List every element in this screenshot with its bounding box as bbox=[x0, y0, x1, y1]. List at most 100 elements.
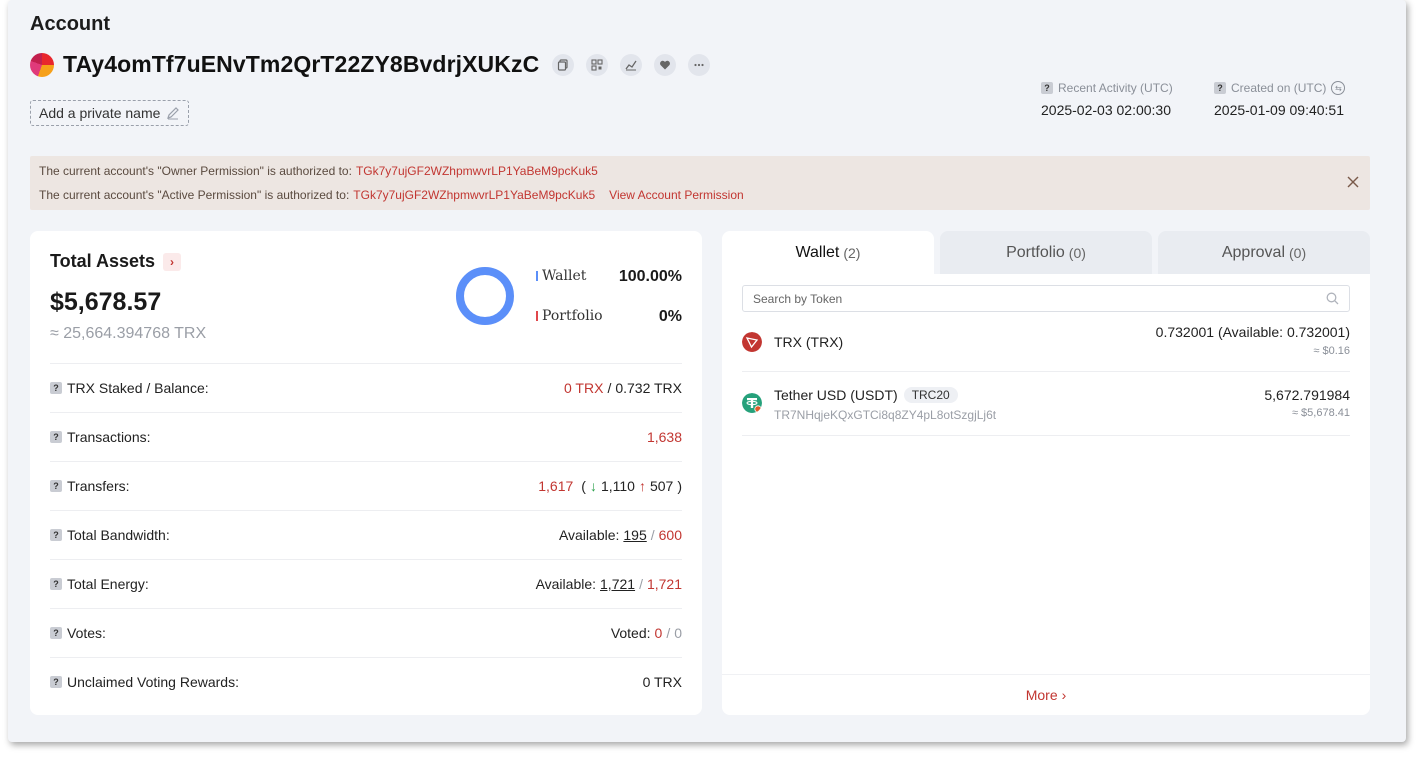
transfers-label: Transfers: bbox=[67, 478, 130, 494]
help-icon[interactable]: ? bbox=[50, 529, 62, 541]
created-on-value: 2025-01-09 09:40:51 bbox=[1214, 102, 1344, 118]
total-assets-label: Total Assets bbox=[50, 251, 156, 271]
account-page: Account TAy4omTf7uENvTm2QrT22ZY8BvdrjXUK… bbox=[8, 0, 1406, 742]
active-permission-text: The current account's "Active Permission… bbox=[39, 188, 350, 202]
token-contract[interactable]: TR7NHqjeKQxGTCi8q8ZY4pL8otSzgjLj6t bbox=[774, 408, 996, 422]
token-usd: ≈ $5,678.41 bbox=[1291, 407, 1350, 419]
legend-wallet-label: Wallet bbox=[542, 268, 587, 284]
token-search-input[interactable]: Search by Token bbox=[742, 285, 1350, 312]
transactions-label: Transactions: bbox=[67, 429, 151, 445]
active-permission-address[interactable]: TGk7y7ujGF2WZhpmwvrLP1YaBeM9pcKuk5 bbox=[353, 188, 595, 202]
token-amount: 5,672.791984 bbox=[1264, 387, 1350, 403]
token-name: Tether USD (USDT) bbox=[774, 387, 898, 403]
stat-row-rewards: ? Unclaimed Voting Rewards: 0 TRX bbox=[50, 657, 682, 706]
owner-permission-text: The current account's "Owner Permission"… bbox=[39, 164, 352, 178]
address-row: TAy4omTf7uENvTm2QrT22ZY8BvdrjXUKzC bbox=[30, 51, 711, 78]
address-actions bbox=[552, 53, 711, 76]
help-icon[interactable]: ? bbox=[50, 627, 62, 639]
chart-icon[interactable] bbox=[620, 53, 643, 76]
chevron-right-icon: › bbox=[1061, 687, 1067, 703]
votes-label: Votes: bbox=[67, 625, 106, 641]
help-icon[interactable]: ? bbox=[1214, 82, 1226, 94]
copy-icon[interactable] bbox=[552, 53, 575, 76]
more-button[interactable]: More › bbox=[722, 674, 1370, 715]
trx-icon bbox=[742, 332, 762, 352]
private-name-label: Add a private name bbox=[39, 105, 161, 121]
available-label: Available: bbox=[535, 576, 597, 592]
stat-row-votes: ? Votes: Voted: 0/0 bbox=[50, 608, 682, 657]
legend-wallet-swatch bbox=[536, 271, 538, 281]
transactions-value[interactable]: 1,638 bbox=[647, 429, 682, 445]
recent-activity-label: Recent Activity (UTC) bbox=[1058, 81, 1173, 95]
tether-icon bbox=[742, 393, 762, 413]
separator: / bbox=[607, 380, 612, 396]
token-name-row: Tether USD (USDT) TRC20 bbox=[774, 387, 958, 403]
legend-portfolio-pct: 0% bbox=[658, 308, 682, 325]
token-usd: ≈ $0.16 bbox=[1313, 345, 1350, 357]
help-icon[interactable]: ? bbox=[50, 382, 62, 394]
arrow-up-icon: ↑ bbox=[638, 478, 646, 494]
account-address: TAy4omTf7uENvTm2QrT22ZY8BvdrjXUKzC bbox=[63, 51, 540, 77]
account-stats: ? TRX Staked / Balance: 0 TRX/0.732 TRX ?… bbox=[50, 363, 682, 706]
more-label: More bbox=[1025, 687, 1058, 703]
staked-label: TRX Staked / Balance: bbox=[67, 380, 209, 396]
legend-wallet-pct: 100.00% bbox=[618, 268, 682, 285]
tab-approval[interactable]: Approval (0) bbox=[1158, 231, 1370, 274]
active-permission-line: The current account's "Active Permission… bbox=[39, 188, 744, 202]
heart-icon[interactable] bbox=[654, 53, 677, 76]
tab-portfolio[interactable]: Portfolio (0) bbox=[940, 231, 1152, 274]
tab-wallet[interactable]: Wallet (2) bbox=[722, 231, 934, 274]
help-icon[interactable]: ? bbox=[50, 480, 62, 492]
token-row-trx[interactable]: TRX (TRX) 0.732001 (Available: 0.732001)… bbox=[742, 322, 1350, 372]
tab-wallet-label: Wallet bbox=[795, 243, 840, 261]
owner-permission-line: The current account's "Owner Permission"… bbox=[39, 164, 598, 178]
voted-label: Voted: bbox=[610, 625, 651, 641]
stat-row-transfers: ? Transfers: 1,617 ( ↓ 1,110 ↑ 507 ) bbox=[50, 461, 682, 510]
asset-donut-chart bbox=[456, 267, 514, 325]
view-account-permission-link[interactable]: View Account Permission bbox=[609, 188, 744, 202]
wallet-tabs: Wallet (2) Portfolio (0) Approval (0) bbox=[722, 231, 1370, 274]
legend-portfolio-label: Portfolio bbox=[542, 308, 603, 324]
separator: / bbox=[666, 625, 671, 641]
owner-permission-address[interactable]: TGk7y7ujGF2WZhpmwvrLP1YaBeM9pcKuk5 bbox=[356, 164, 598, 178]
energy-available: 1,721 bbox=[600, 576, 636, 592]
help-icon[interactable]: ? bbox=[50, 578, 62, 590]
stat-row-energy: ? Total Energy: Available: 1,721/1,721 bbox=[50, 559, 682, 608]
qr-code-icon[interactable] bbox=[586, 53, 609, 76]
rewards-label: Unclaimed Voting Rewards: bbox=[67, 674, 239, 690]
page-title: Account bbox=[30, 13, 110, 35]
tab-portfolio-count: (0) bbox=[1068, 244, 1086, 261]
total-assets-card: Total Assets › $5,678.57 ≈ 25,664.394768… bbox=[30, 231, 702, 715]
close-icon[interactable] bbox=[1346, 175, 1360, 189]
created-on-label: Created on (UTC) bbox=[1231, 81, 1327, 95]
token-amount: 0.732001 (Available: 0.732001) bbox=[1155, 324, 1350, 340]
tab-wallet-count: (2) bbox=[843, 244, 861, 261]
token-row-usdt[interactable]: Tether USD (USDT) TRC20 TR7NHqjeKQxGTCi8… bbox=[742, 372, 1350, 436]
separator: / bbox=[639, 576, 643, 592]
transfers-total[interactable]: 1,617 bbox=[538, 478, 573, 494]
help-icon[interactable]: ? bbox=[50, 676, 62, 688]
total-assets-title: Total Assets › bbox=[50, 251, 182, 272]
wallet-card: Wallet (2) Portfolio (0) Approval (0) Searc… bbox=[722, 231, 1370, 715]
energy-total: 1,721 bbox=[646, 576, 682, 592]
recent-activity: ? Recent Activity (UTC) 2025-02-03 02:00:… bbox=[1041, 81, 1173, 118]
arrow-down-icon: ↓ bbox=[589, 478, 597, 494]
sync-icon[interactable]: ⇆ bbox=[1331, 81, 1346, 95]
stat-row-transactions: ? Transactions: 1,638 bbox=[50, 412, 682, 461]
transfers-out: 507 bbox=[649, 478, 674, 494]
pencil-icon bbox=[167, 107, 180, 120]
staked-value: 0 TRX bbox=[564, 380, 604, 396]
help-icon[interactable]: ? bbox=[50, 431, 62, 443]
legend-portfolio: Portfolio bbox=[536, 308, 603, 324]
votes-total: 0 bbox=[674, 625, 682, 641]
chevron-right-icon[interactable]: › bbox=[163, 252, 182, 271]
stat-row-bandwidth: ? Total Bandwidth: Available: 195/600 bbox=[50, 510, 682, 559]
search-icon bbox=[1326, 292, 1339, 305]
paren-close: ) bbox=[677, 478, 682, 494]
rewards-value: 0 TRX bbox=[642, 674, 682, 690]
add-private-name-button[interactable]: Add a private name bbox=[30, 100, 190, 126]
token-standard-badge: TRC20 bbox=[903, 387, 958, 403]
energy-label: Total Energy: bbox=[67, 576, 149, 592]
help-icon[interactable]: ? bbox=[1041, 82, 1053, 94]
more-icon[interactable] bbox=[688, 53, 711, 76]
